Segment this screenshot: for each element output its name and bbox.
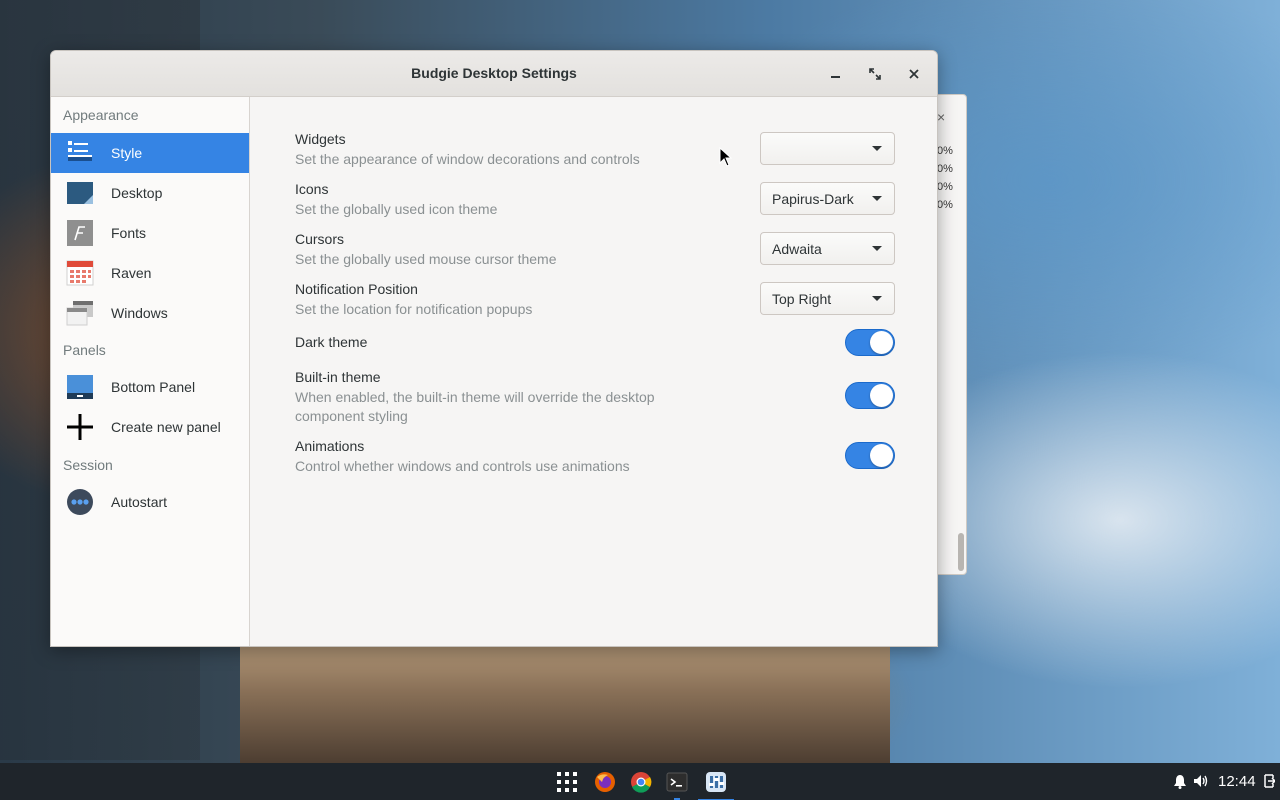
firefox-icon (595, 772, 615, 792)
background-window-percent: 0% (937, 145, 953, 157)
sidebar-item-windows[interactable]: Windows (51, 293, 249, 333)
sidebar-item-fonts[interactable]: Fonts (51, 213, 249, 253)
switch-knob (870, 384, 893, 407)
minimize-button[interactable] (825, 64, 845, 84)
notification-position-dropdown[interactable]: Top Right (760, 282, 895, 315)
sidebar-item-label: Bottom Panel (111, 379, 196, 395)
maximize-icon (869, 68, 881, 80)
background-window-percent: 0% (937, 199, 953, 211)
icons-description: Set the globally used icon theme (295, 201, 498, 217)
terminal-icon (666, 772, 688, 792)
chevron-down-icon (872, 246, 882, 251)
icons-title: Icons (295, 181, 329, 197)
cursors-description: Set the globally used mouse cursor theme (295, 251, 557, 267)
maximize-button[interactable] (865, 64, 885, 84)
icons-dropdown[interactable]: Papirus-Dark (760, 182, 895, 215)
sidebar-item-create-new-panel[interactable]: Create new panel (51, 407, 249, 447)
notification-bell-icon[interactable] (1173, 774, 1187, 789)
sidebar-item-label: Raven (111, 265, 152, 281)
switch-knob (870, 331, 893, 354)
builtin-theme-description: When enabled, the built-in theme will ov… (295, 389, 655, 424)
chrome-icon (631, 772, 652, 793)
dark-theme-switch[interactable] (845, 329, 895, 356)
background-window-percent: 0% (937, 163, 953, 175)
sidebar-item-desktop[interactable]: Desktop (51, 173, 249, 213)
volume-icon[interactable] (1193, 773, 1209, 789)
cursors-title: Cursors (295, 231, 345, 247)
builtin-theme-switch[interactable] (845, 382, 895, 409)
sidebar: Appearance Style Desktop Fonts Raven Win… (51, 97, 250, 646)
desktop-icon (67, 182, 93, 204)
power-menu-icon[interactable] (1263, 774, 1275, 788)
style-icon (68, 141, 92, 161)
chevron-down-icon (872, 196, 882, 201)
window-title: Budgie Desktop Settings (411, 65, 577, 81)
section-session: Session (63, 457, 113, 473)
sidebar-item-label: Desktop (111, 185, 163, 201)
minimize-icon (830, 76, 840, 78)
background-window-close-icon[interactable]: × (937, 109, 945, 125)
sidebar-item-label: Create new panel (111, 419, 221, 435)
clock[interactable]: 12:44 (1218, 773, 1256, 790)
section-panels: Panels (63, 342, 106, 358)
cursors-dropdown[interactable]: Adwaita (760, 232, 895, 265)
sidebar-item-label: Style (111, 145, 143, 161)
taskbar: 12:44 (0, 763, 1280, 800)
notification-position-dropdown-value: Top Right (772, 291, 832, 307)
background-window-percent: 0% (937, 181, 953, 193)
settings-window: Budgie Desktop Settings Appearance Style (50, 50, 938, 647)
mouse-pointer-icon (719, 147, 733, 167)
sidebar-item-raven[interactable]: Raven (51, 253, 249, 293)
sidebar-item-autostart[interactable]: Autostart (51, 482, 249, 522)
sidebar-item-label: Autostart (111, 494, 168, 510)
cursors-dropdown-value: Adwaita (772, 241, 822, 257)
wallpaper-ruins (240, 640, 890, 765)
windows-icon (66, 301, 93, 326)
widgets-dropdown[interactable] (760, 132, 895, 165)
autostart-icon (67, 489, 93, 515)
animations-description: Control whether windows and controls use… (295, 458, 630, 474)
notification-position-title: Notification Position (295, 281, 418, 297)
widgets-description: Set the appearance of window decorations… (295, 151, 640, 167)
builtin-theme-title: Built-in theme (295, 369, 381, 385)
fonts-icon (67, 220, 93, 246)
bottom-panel-icon (67, 375, 93, 399)
sidebar-item-label: Fonts (111, 225, 147, 241)
dark-theme-title: Dark theme (295, 334, 368, 350)
budgie-settings-button[interactable] (698, 768, 734, 800)
chrome-button[interactable] (627, 768, 655, 796)
background-window-scrollbar[interactable] (958, 533, 964, 571)
notification-position-description: Set the location for notification popups (295, 301, 533, 317)
app-grid-icon (557, 772, 577, 792)
sidebar-item-bottom-panel[interactable]: Bottom Panel (51, 367, 249, 407)
sidebar-item-label: Windows (111, 305, 168, 321)
chevron-down-icon (872, 146, 882, 151)
icons-dropdown-value: Papirus-Dark (772, 191, 854, 207)
chevron-down-icon (872, 296, 882, 301)
animations-switch[interactable] (845, 442, 895, 469)
firefox-button[interactable] (591, 768, 619, 796)
switch-knob (870, 444, 893, 467)
animations-title: Animations (295, 438, 365, 454)
raven-calendar-icon (66, 260, 94, 286)
section-appearance: Appearance (63, 107, 139, 123)
sidebar-item-style[interactable]: Style (51, 133, 249, 173)
terminal-button[interactable] (663, 768, 691, 800)
close-button[interactable] (904, 64, 924, 84)
budgie-settings-icon (706, 772, 726, 792)
style-settings-panel: Widgets Set the appearance of window dec… (251, 97, 937, 646)
titlebar[interactable]: Budgie Desktop Settings (51, 51, 937, 97)
close-icon (909, 69, 919, 79)
plus-icon (67, 414, 93, 440)
app-grid-button[interactable] (553, 768, 581, 796)
widgets-title: Widgets (295, 131, 346, 147)
